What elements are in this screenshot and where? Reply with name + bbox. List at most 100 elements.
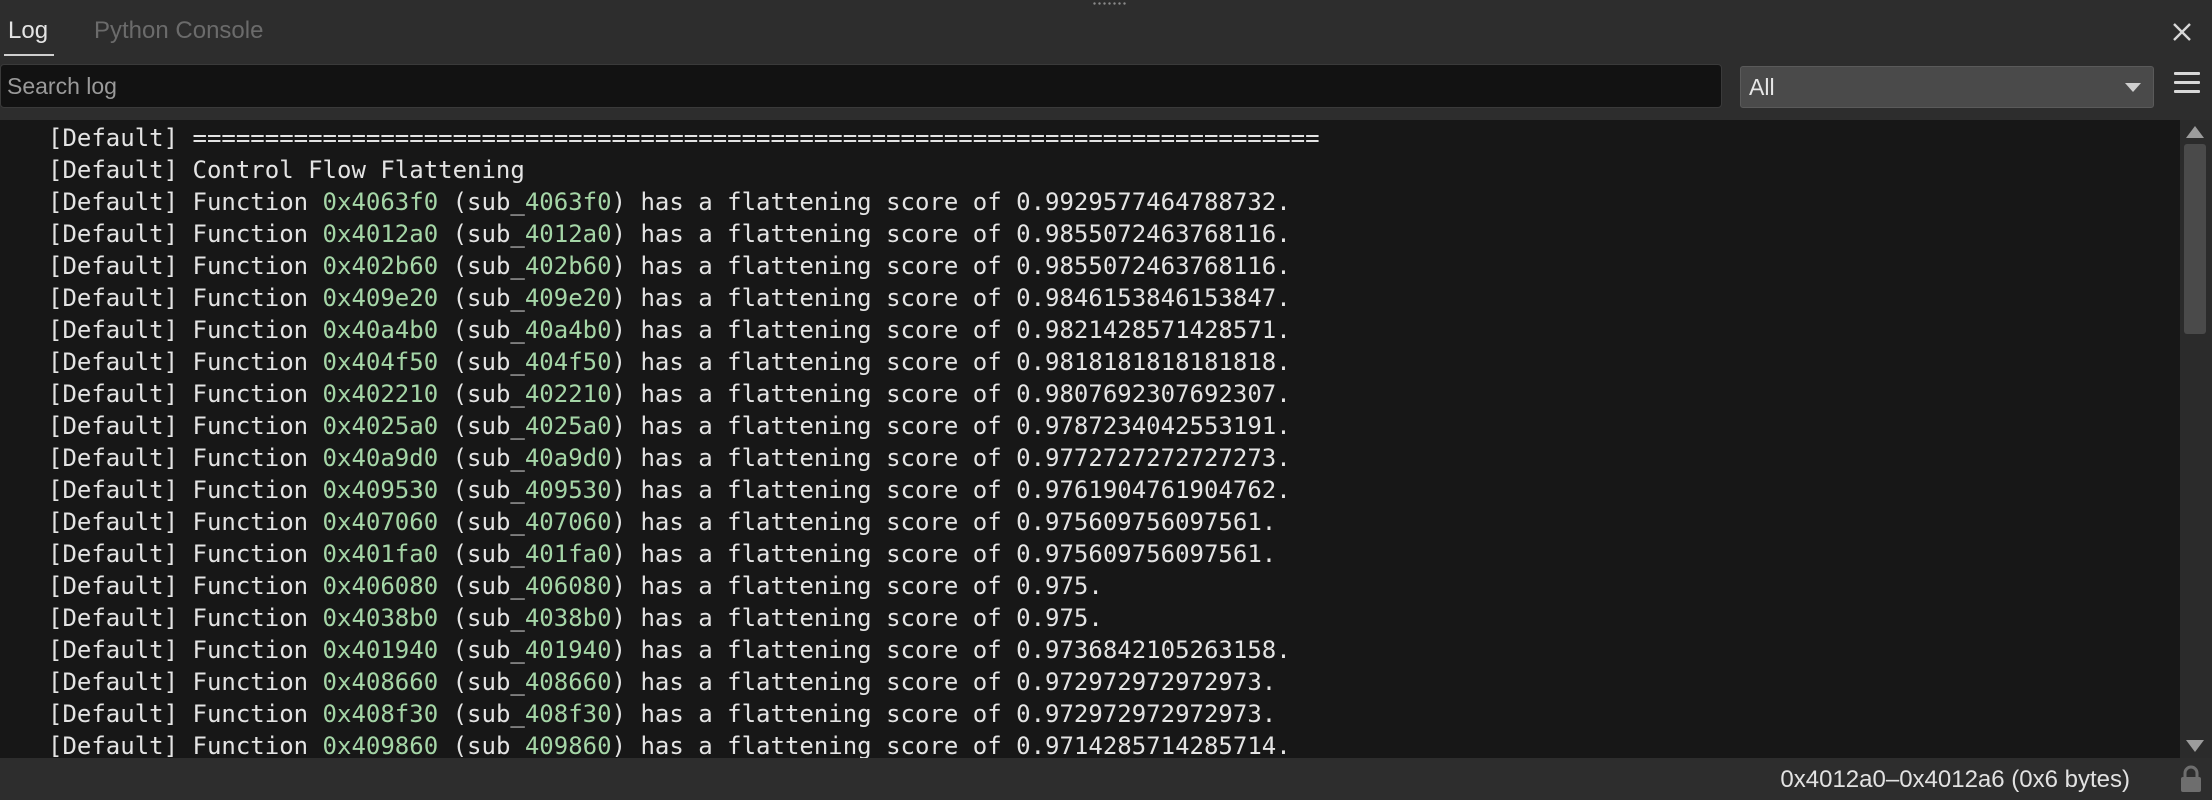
function-address-link[interactable]: 0x408f30 [323,700,439,728]
scrollbar-thumb[interactable] [2184,144,2206,334]
log-text: Function [192,572,323,600]
log-text: (sub_ [438,732,525,758]
function-address-link[interactable]: 0x409860 [323,732,439,758]
function-name-link[interactable]: 4025a0 [525,412,612,440]
function-name-link[interactable]: 4012a0 [525,220,612,248]
log-text: (sub_ [438,380,525,408]
log-prefix: [Default] [48,412,193,440]
selection-range-status[interactable]: 0x4012a0–0x4012a6 (0x6 bytes) [1780,766,2130,794]
function-address-link[interactable]: 0x4038b0 [323,604,439,632]
function-name-link[interactable]: 4038b0 [525,604,612,632]
log-line: [Default] ==============================… [48,122,1320,154]
function-name-link[interactable]: 409530 [525,476,612,504]
function-name-link[interactable]: 408660 [525,668,612,696]
function-address-link[interactable]: 0x4025a0 [323,412,439,440]
log-text: (sub_ [438,540,525,568]
function-address-link[interactable]: 0x409530 [323,476,439,504]
lock-icon[interactable] [2178,765,2204,793]
log-text: (sub_ [438,284,525,312]
log-text: ) has a flattening score of 0.9756097560… [611,540,1277,568]
log-toolbar: All [0,64,2212,112]
tab-log[interactable]: Log [2,14,55,56]
log-line: [Default] Function 0x409530 (sub_409530)… [48,474,1320,506]
log-prefix: [Default] [48,220,193,248]
function-name-link[interactable]: 406080 [525,572,612,600]
log-panel: Log Python Console All [Default] == [0,0,2212,800]
function-name-link[interactable]: 409860 [525,732,612,758]
function-address-link[interactable]: 0x4012a0 [323,220,439,248]
log-text: (sub_ [438,476,525,504]
function-address-link[interactable]: 0x40a4b0 [323,316,439,344]
function-address-link[interactable]: 0x402b60 [323,252,439,280]
function-name-link[interactable]: 401fa0 [525,540,612,568]
function-name-link[interactable]: 401940 [525,636,612,664]
log-text: Function [192,284,323,312]
log-text: Function [192,188,323,216]
function-address-link[interactable]: 0x406080 [323,572,439,600]
log-text: Function [192,604,323,632]
log-text: Function [192,508,323,536]
function-address-link[interactable]: 0x407060 [323,508,439,536]
scroll-up-arrow-icon[interactable] [2186,126,2204,138]
function-address-link[interactable]: 0x408660 [323,668,439,696]
log-text: ) has a flattening score of 0.9729729729… [611,700,1277,728]
log-prefix: [Default] [48,252,193,280]
log-scrollbar[interactable] [2180,120,2212,758]
log-text: Function [192,668,323,696]
log-text: (sub_ [438,188,525,216]
function-address-link[interactable]: 0x404f50 [323,348,439,376]
log-prefix: [Default] [48,572,193,600]
log-text: ) has a flattening score of 0.9846153846… [611,284,1291,312]
log-prefix: [Default] [48,604,193,632]
function-name-link[interactable]: 402b60 [525,252,612,280]
function-name-link[interactable]: 40a9d0 [525,444,612,472]
log-text: ) has a flattening score of 0.9729729729… [611,668,1277,696]
log-text: (sub_ [438,316,525,344]
log-text: (sub_ [438,412,525,440]
log-line: [Default] Control Flow Flattening [48,154,1320,186]
log-line: [Default] Function 0x401940 (sub_401940)… [48,634,1320,666]
log-text: ) has a flattening score of 0.9807692307… [611,380,1291,408]
function-name-link[interactable]: 404f50 [525,348,612,376]
log-menu-button[interactable] [2174,72,2200,100]
function-address-link[interactable]: 0x409e20 [323,284,439,312]
log-prefix: [Default] [48,636,193,664]
search-log-input[interactable] [0,64,1722,108]
log-text: Function [192,412,323,440]
function-address-link[interactable]: 0x401940 [323,636,439,664]
function-name-link[interactable]: 408f30 [525,700,612,728]
log-text: (sub_ [438,252,525,280]
log-line: [Default] Function 0x409e20 (sub_409e20)… [48,282,1320,314]
log-line: [Default] Function 0x408660 (sub_408660)… [48,666,1320,698]
log-text: ) has a flattening score of 0.9787234042… [611,412,1291,440]
log-prefix: [Default] [48,316,193,344]
log-level-select[interactable]: All [1740,66,2154,108]
close-panel-button[interactable] [2168,18,2196,46]
log-prefix: [Default] [48,124,193,152]
log-text: Function [192,380,323,408]
log-text: Function [192,220,323,248]
active-tab-indicator [4,54,55,56]
log-text: (sub_ [438,444,525,472]
function-name-link[interactable]: 402210 [525,380,612,408]
log-text: ) has a flattening score of 0.9772727272… [611,444,1291,472]
function-name-link[interactable]: 407060 [525,508,612,536]
log-output[interactable]: [Default] ==============================… [0,120,2180,758]
log-line: [Default] Function 0x4025a0 (sub_4025a0)… [48,410,1320,442]
function-address-link[interactable]: 0x402210 [323,380,439,408]
function-address-link[interactable]: 0x4063f0 [323,188,439,216]
function-address-link[interactable]: 0x40a9d0 [323,444,439,472]
function-name-link[interactable]: 409e20 [525,284,612,312]
log-text: Function [192,444,323,472]
log-text: ========================================… [192,124,1320,152]
log-prefix: [Default] [48,540,193,568]
log-text: (sub_ [438,508,525,536]
function-address-link[interactable]: 0x401fa0 [323,540,439,568]
log-text: ) has a flattening score of 0.975. [611,572,1103,600]
function-name-link[interactable]: 4063f0 [525,188,612,216]
scroll-down-arrow-icon[interactable] [2186,740,2204,752]
log-line: [Default] Function 0x4038b0 (sub_4038b0)… [48,602,1320,634]
function-name-link[interactable]: 40a4b0 [525,316,612,344]
tab-python-console[interactable]: Python Console [88,14,269,48]
log-text: (sub_ [438,668,525,696]
